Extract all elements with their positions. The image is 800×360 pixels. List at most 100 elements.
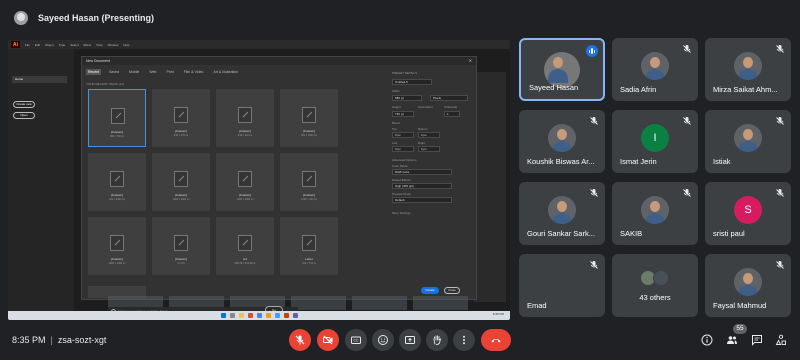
tab-art-illustration: Art & Illustration [213,70,239,74]
raster-effects-label: Raster Effects [392,178,411,182]
windows-taskbar: 8:35 PM [8,311,510,320]
participant-tile[interactable]: Istiak [705,110,791,173]
participant-tile[interactable]: Sayeed Hasan [519,38,605,101]
mic-off-icon [683,45,691,53]
others-avatars [640,270,672,288]
people-button[interactable] [725,333,739,347]
preset-header: PRESET DETAILS [392,71,418,75]
participant-name: Mirza Saikat Ahm... [713,85,778,94]
color-mode-label: Color Mode [392,164,408,168]
browser-icon [247,313,253,318]
raise-hand-button[interactable] [426,329,448,351]
mic-off-icon [776,189,784,197]
color-mode-select: RGB Color [392,169,452,175]
doc-size: 442 x 1400 px [109,198,125,201]
document-icon [238,235,252,251]
current-time: 8:35 PM [12,335,46,345]
participant-tile[interactable]: Sadia Afrin [612,38,698,101]
doc-name: [Custom] [302,193,315,197]
doc-size: 1200 x 400 px [301,198,317,201]
avatar: S [734,196,762,224]
width-label: Width [392,89,400,93]
captions-button[interactable]: CC [345,329,367,351]
participant-tile[interactable]: Mirza Saikat Ahm... [705,38,791,101]
participant-name: Istiak [713,157,731,166]
menu-item: Object [45,42,54,47]
camera-toggle-button[interactable] [317,329,339,351]
avatar [734,52,762,80]
activities-button[interactable] [774,333,788,347]
mic-off-icon [683,117,691,125]
document-icon [302,171,316,187]
participant-tile[interactable]: SAKIB [612,182,698,245]
search-icon [229,313,235,318]
present-icon [405,336,415,344]
participant-tile[interactable]: Faysal Mahmud [705,254,791,317]
avatar [548,196,576,224]
photoshop-icon [274,313,280,318]
windows-start-icon [220,313,226,318]
create-new-button: Create new [13,101,35,108]
doc-name: [Custom] [174,257,187,261]
people-count-badge: 55 [733,324,747,334]
bleed-left-field: 0 px [392,146,414,152]
avatar [641,52,669,80]
bleed-right-field: 0 px [418,146,440,152]
activities-icon [775,334,786,345]
emoji-icon [378,335,388,345]
recent-items-label: YOUR RECENT ITEMS (14) [86,82,124,86]
units-select: Pixels [430,95,468,101]
menu-item: Window [107,42,119,47]
emoji-button[interactable] [372,329,394,351]
leave-call-button[interactable] [481,329,511,351]
preview-mode-label: Preview Mode [392,192,412,196]
shared-screen[interactable]: Ai File Edit Object Type Select Effect V… [8,40,510,320]
doc-name: Letter [305,257,313,261]
participant-tile[interactable]: Gouri Sankar Sark... [519,182,605,245]
doc-size: 612 x 792 pt [302,262,316,265]
orientation-label: Orientation [418,105,433,109]
camera-off-icon [323,335,333,345]
avatar [734,268,762,296]
doc-size: 980 x 720 px [109,135,125,138]
illustrator-logo: Ai [11,41,20,48]
others-tile[interactable]: 43 others [612,254,698,317]
participant-tile[interactable]: I Ismat Jerin [612,110,698,173]
separator: | [50,335,53,345]
present-button[interactable] [399,329,421,351]
participant-tile[interactable]: S sristi paul [705,182,791,245]
presenter-name: Sayeed Hasan (Presenting) [38,13,155,23]
dialog-title-text: New Document [86,59,110,63]
home-label: Home [12,76,67,83]
doc-card: [Custom] 1200 x 400 px [280,153,338,211]
document-icon [110,171,124,187]
doc-card: [Custom] 1000 x 1000 px [216,153,274,211]
doc-name: [Custom] [238,129,251,133]
chat-icon [752,335,762,346]
menu-item: Help [123,42,130,47]
participant-tile[interactable]: Emad [519,254,605,317]
participant-tile[interactable]: Koushik Biswas Ar... [519,110,605,173]
width-field: 980 px [392,95,422,101]
bleed-label: Bleed [392,121,400,125]
illustrator-taskbar-icon [265,313,271,318]
meeting-details-button[interactable] [700,333,714,347]
mic-off-icon [590,117,598,125]
menu-item: Effect [83,42,92,47]
document-icon [174,107,188,123]
mic-toggle-button[interactable] [289,329,311,351]
more-options-button[interactable] [453,329,475,351]
doc-size: 595.28 x 841.89 pt [234,262,256,265]
presenter-bar: Sayeed Hasan (Presenting) [0,0,800,36]
menu-item: Select [70,42,79,47]
more-settings-link: More Settings [392,211,411,215]
tab-web: Web [149,70,157,74]
doc-name: A4 [243,257,247,261]
document-icon [174,235,188,251]
raise-hand-icon [433,335,442,345]
doc-name: [Custom] [110,193,123,197]
mic-off-icon [776,45,784,53]
close-icon: ✕ [468,58,472,63]
mic-off-icon [590,189,598,197]
chat-button[interactable] [750,333,764,347]
